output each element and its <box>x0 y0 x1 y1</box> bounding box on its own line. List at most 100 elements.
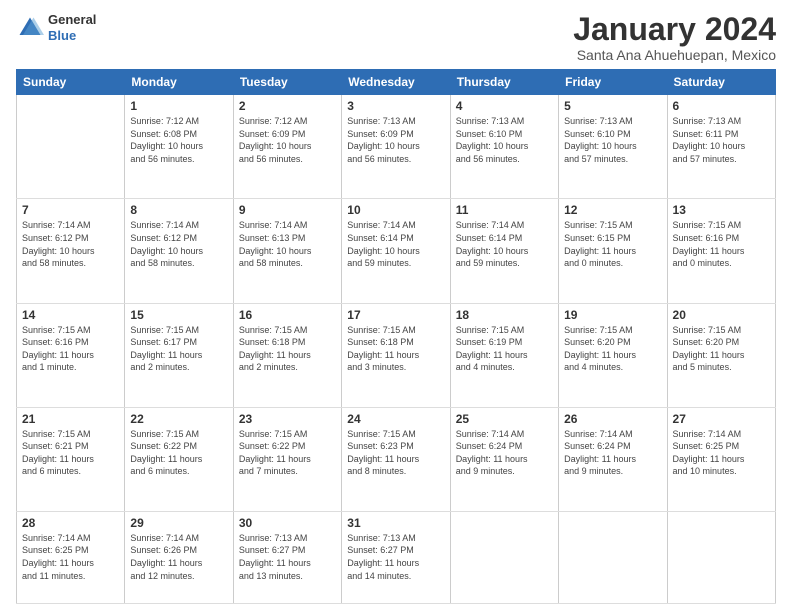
day-number: 1 <box>130 99 227 113</box>
day-number: 31 <box>347 516 444 530</box>
day-number: 12 <box>564 203 661 217</box>
day-number: 15 <box>130 308 227 322</box>
calendar-cell <box>17 95 125 199</box>
day-number: 5 <box>564 99 661 113</box>
calendar-cell: 22 Sunrise: 7:15 AM Sunset: 6:22 PM Dayli… <box>125 407 233 511</box>
day-info: Sunrise: 7:14 AM Sunset: 6:25 PM Dayligh… <box>22 532 119 582</box>
calendar-cell: 27 Sunrise: 7:14 AM Sunset: 6:25 PM Dayli… <box>667 407 775 511</box>
calendar-cell: 18 Sunrise: 7:15 AM Sunset: 6:19 PM Dayli… <box>450 303 558 407</box>
day-info: Sunrise: 7:15 AM Sunset: 6:22 PM Dayligh… <box>239 428 336 478</box>
calendar-header-row: SundayMondayTuesdayWednesdayThursdayFrid… <box>17 70 776 95</box>
calendar-cell: 23 Sunrise: 7:15 AM Sunset: 6:22 PM Dayli… <box>233 407 341 511</box>
day-number: 23 <box>239 412 336 426</box>
day-info: Sunrise: 7:14 AM Sunset: 6:13 PM Dayligh… <box>239 219 336 269</box>
page: General Blue January 2024 Santa Ana Ahue… <box>0 0 792 612</box>
day-number: 26 <box>564 412 661 426</box>
calendar-cell: 17 Sunrise: 7:15 AM Sunset: 6:18 PM Dayli… <box>342 303 450 407</box>
day-info: Sunrise: 7:15 AM Sunset: 6:18 PM Dayligh… <box>347 324 444 374</box>
day-number: 13 <box>673 203 770 217</box>
calendar-cell: 13 Sunrise: 7:15 AM Sunset: 6:16 PM Dayli… <box>667 199 775 303</box>
calendar-cell: 8 Sunrise: 7:14 AM Sunset: 6:12 PM Daylig… <box>125 199 233 303</box>
calendar-weekday-header: Thursday <box>450 70 558 95</box>
day-info: Sunrise: 7:15 AM Sunset: 6:21 PM Dayligh… <box>22 428 119 478</box>
day-info: Sunrise: 7:14 AM Sunset: 6:12 PM Dayligh… <box>22 219 119 269</box>
title-area: January 2024 Santa Ana Ahuehuepan, Mexic… <box>573 12 776 63</box>
day-number: 11 <box>456 203 553 217</box>
calendar-weekday-header: Tuesday <box>233 70 341 95</box>
day-info: Sunrise: 7:13 AM Sunset: 6:27 PM Dayligh… <box>239 532 336 582</box>
day-info: Sunrise: 7:13 AM Sunset: 6:09 PM Dayligh… <box>347 115 444 165</box>
day-info: Sunrise: 7:15 AM Sunset: 6:17 PM Dayligh… <box>130 324 227 374</box>
day-number: 30 <box>239 516 336 530</box>
day-number: 28 <box>22 516 119 530</box>
calendar-weekday-header: Wednesday <box>342 70 450 95</box>
day-number: 7 <box>22 203 119 217</box>
day-info: Sunrise: 7:12 AM Sunset: 6:09 PM Dayligh… <box>239 115 336 165</box>
calendar-cell: 14Sunrise: 7:15 AM Sunset: 6:16 PM Dayli… <box>17 303 125 407</box>
logo-general: General <box>48 12 96 28</box>
calendar-cell <box>559 511 667 603</box>
day-info: Sunrise: 7:15 AM Sunset: 6:20 PM Dayligh… <box>673 324 770 374</box>
calendar-cell: 15 Sunrise: 7:15 AM Sunset: 6:17 PM Dayli… <box>125 303 233 407</box>
day-info: Sunrise: 7:15 AM Sunset: 6:15 PM Dayligh… <box>564 219 661 269</box>
day-info: Sunrise: 7:13 AM Sunset: 6:11 PM Dayligh… <box>673 115 770 165</box>
calendar-weekday-header: Monday <box>125 70 233 95</box>
day-info: Sunrise: 7:15 AM Sunset: 6:16 PM Dayligh… <box>673 219 770 269</box>
calendar-week-row: 1 Sunrise: 7:12 AM Sunset: 6:08 PM Daylig… <box>17 95 776 199</box>
day-info: Sunrise: 7:13 AM Sunset: 6:10 PM Dayligh… <box>456 115 553 165</box>
day-number: 24 <box>347 412 444 426</box>
day-number: 22 <box>130 412 227 426</box>
logo-text: General Blue <box>48 12 96 43</box>
header: General Blue January 2024 Santa Ana Ahue… <box>16 12 776 63</box>
logo-blue: Blue <box>48 28 96 44</box>
calendar-cell: 7 Sunrise: 7:14 AM Sunset: 6:12 PM Daylig… <box>17 199 125 303</box>
day-number: 25 <box>456 412 553 426</box>
calendar-cell: 30 Sunrise: 7:13 AM Sunset: 6:27 PM Dayli… <box>233 511 341 603</box>
day-info: Sunrise: 7:14 AM Sunset: 6:14 PM Dayligh… <box>456 219 553 269</box>
calendar-cell: 1 Sunrise: 7:12 AM Sunset: 6:08 PM Daylig… <box>125 95 233 199</box>
day-number: 18 <box>456 308 553 322</box>
day-number: 4 <box>456 99 553 113</box>
calendar-cell: 10 Sunrise: 7:14 AM Sunset: 6:14 PM Dayli… <box>342 199 450 303</box>
day-number: 21 <box>22 412 119 426</box>
day-number: 29 <box>130 516 227 530</box>
calendar-weekday-header: Saturday <box>667 70 775 95</box>
day-info: Sunrise: 7:14 AM Sunset: 6:24 PM Dayligh… <box>456 428 553 478</box>
day-number: 8 <box>130 203 227 217</box>
day-info: Sunrise: 7:14 AM Sunset: 6:25 PM Dayligh… <box>673 428 770 478</box>
day-info: Sunrise: 7:14 AM Sunset: 6:24 PM Dayligh… <box>564 428 661 478</box>
day-number: 2 <box>239 99 336 113</box>
day-info: Sunrise: 7:15 AM Sunset: 6:18 PM Dayligh… <box>239 324 336 374</box>
day-number: 14 <box>22 308 119 322</box>
calendar-cell: 28 Sunrise: 7:14 AM Sunset: 6:25 PM Dayli… <box>17 511 125 603</box>
calendar-cell: 12 Sunrise: 7:15 AM Sunset: 6:15 PM Dayli… <box>559 199 667 303</box>
calendar-cell: 29Sunrise: 7:14 AM Sunset: 6:26 PM Dayli… <box>125 511 233 603</box>
day-number: 10 <box>347 203 444 217</box>
calendar-cell <box>667 511 775 603</box>
day-info: Sunrise: 7:14 AM Sunset: 6:12 PM Dayligh… <box>130 219 227 269</box>
calendar-week-row: 28 Sunrise: 7:14 AM Sunset: 6:25 PM Dayli… <box>17 511 776 603</box>
calendar-weekday-header: Friday <box>559 70 667 95</box>
calendar-table: SundayMondayTuesdayWednesdayThursdayFrid… <box>16 69 776 604</box>
day-number: 16 <box>239 308 336 322</box>
day-info: Sunrise: 7:15 AM Sunset: 6:22 PM Dayligh… <box>130 428 227 478</box>
calendar-cell: 19Sunrise: 7:15 AM Sunset: 6:20 PM Dayli… <box>559 303 667 407</box>
day-info: Sunrise: 7:12 AM Sunset: 6:08 PM Dayligh… <box>130 115 227 165</box>
day-number: 27 <box>673 412 770 426</box>
day-info: Sunrise: 7:15 AM Sunset: 6:19 PM Dayligh… <box>456 324 553 374</box>
calendar-cell: 2 Sunrise: 7:12 AM Sunset: 6:09 PM Daylig… <box>233 95 341 199</box>
calendar-cell: 20Sunrise: 7:15 AM Sunset: 6:20 PM Dayli… <box>667 303 775 407</box>
day-number: 3 <box>347 99 444 113</box>
calendar-cell: 25 Sunrise: 7:14 AM Sunset: 6:24 PM Dayli… <box>450 407 558 511</box>
day-number: 17 <box>347 308 444 322</box>
day-number: 19 <box>564 308 661 322</box>
calendar-cell: 26 Sunrise: 7:14 AM Sunset: 6:24 PM Dayli… <box>559 407 667 511</box>
calendar-week-row: 14Sunrise: 7:15 AM Sunset: 6:16 PM Dayli… <box>17 303 776 407</box>
calendar-cell <box>450 511 558 603</box>
day-info: Sunrise: 7:14 AM Sunset: 6:14 PM Dayligh… <box>347 219 444 269</box>
calendar-cell: 24Sunrise: 7:15 AM Sunset: 6:23 PM Dayli… <box>342 407 450 511</box>
calendar-cell: 6 Sunrise: 7:13 AM Sunset: 6:11 PM Daylig… <box>667 95 775 199</box>
day-info: Sunrise: 7:13 AM Sunset: 6:10 PM Dayligh… <box>564 115 661 165</box>
day-number: 6 <box>673 99 770 113</box>
calendar-week-row: 21 Sunrise: 7:15 AM Sunset: 6:21 PM Dayli… <box>17 407 776 511</box>
